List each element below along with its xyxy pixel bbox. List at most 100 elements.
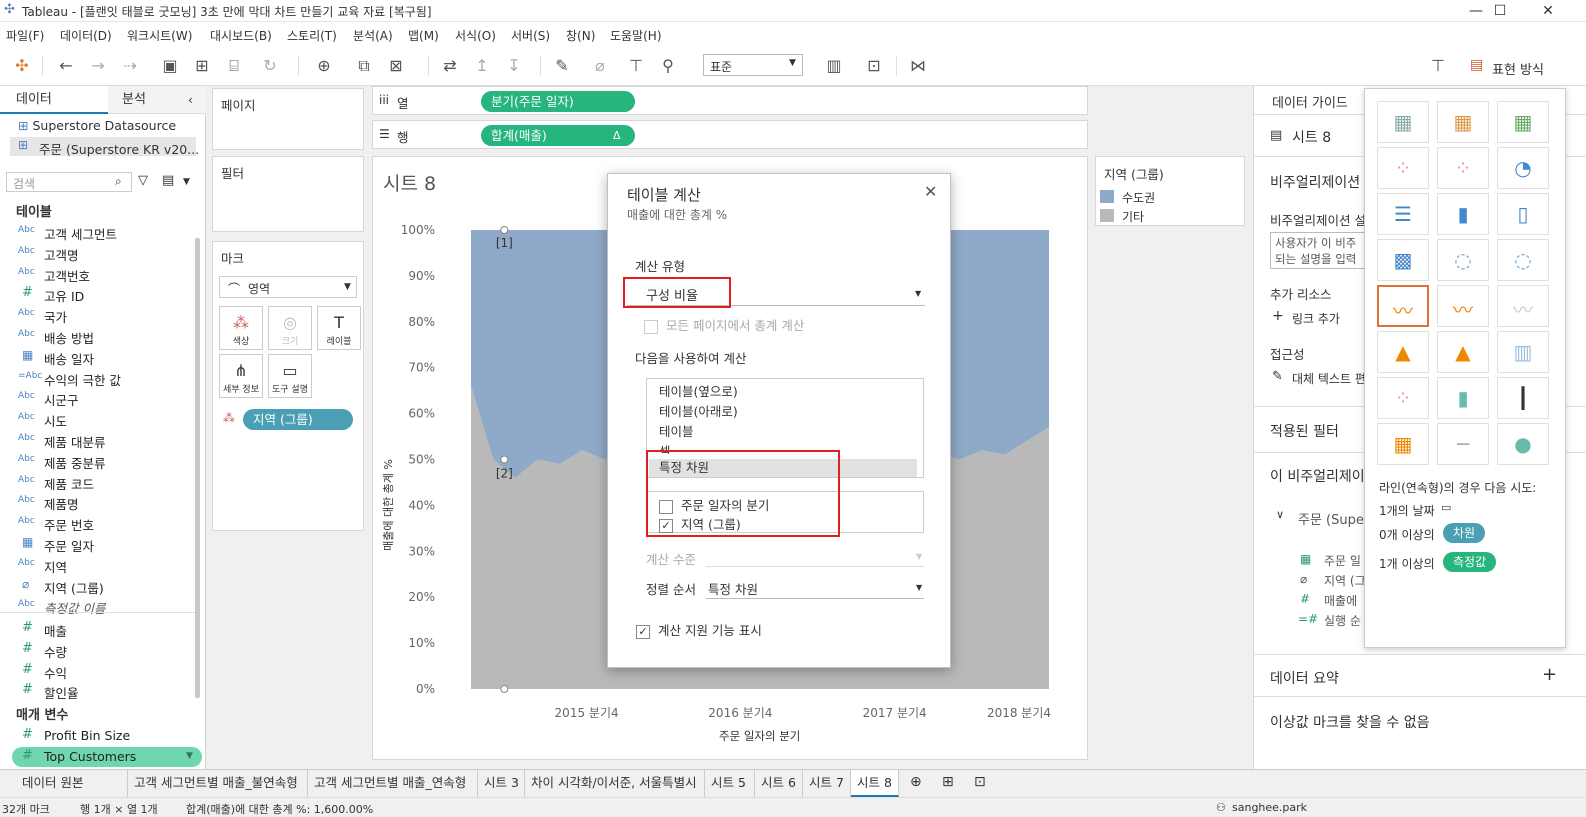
menu-format[interactable]: 서식(O)	[455, 27, 496, 44]
view-list-icon[interactable]: ▤	[162, 173, 174, 188]
scrollbar[interactable]	[195, 238, 200, 698]
close-icon[interactable]: ✕	[924, 182, 937, 201]
field-item[interactable]: # 고유 ID	[0, 284, 200, 305]
clear-sheet-icon[interactable]: ⊠	[384, 54, 408, 78]
filters-card[interactable]: 필터	[212, 156, 364, 232]
show-cards-icon[interactable]: ▥	[822, 54, 846, 78]
chart-type-thumbnail[interactable]: ▲	[1377, 331, 1429, 373]
filter-icon[interactable]: ▽	[138, 173, 148, 188]
show-me-button[interactable]: ▤ 표현 방식	[1468, 52, 1572, 82]
calc-assist-checkbox[interactable]: ✓ 계산 지원 기능 표시	[636, 620, 762, 639]
chart-type-thumbnail[interactable]: ⁘	[1377, 377, 1429, 419]
new-worksheet-icon[interactable]: ⊕	[312, 54, 336, 78]
new-dashboard-icon[interactable]: ⊞	[942, 774, 954, 790]
undo-icon[interactable]: ←	[54, 54, 78, 78]
color-button[interactable]: ⁂ 색상	[219, 306, 263, 350]
plus-icon[interactable]: +	[1542, 664, 1557, 685]
chart-type-thumbnail[interactable]: 〰	[1497, 285, 1549, 327]
chart-type-thumbnail[interactable]: ▮	[1437, 193, 1489, 235]
chart-type-thumbnail[interactable]: ▲	[1437, 331, 1489, 373]
alt-text-link[interactable]: 대체 텍스트 편	[1292, 370, 1366, 387]
new-story-icon[interactable]: ⊡	[974, 774, 986, 790]
menu-analysis[interactable]: 분석(A)	[353, 27, 393, 44]
search-field[interactable]: 검색 ⌕	[6, 172, 132, 192]
sheet-tab[interactable]: 고객 세그먼트별 매출_불연속형	[128, 770, 308, 797]
field-item[interactable]: =Abc 수익의 극한 값	[0, 368, 200, 389]
sheet-tab[interactable]: 시트 6	[755, 770, 803, 797]
menu-help[interactable]: 도움말(H)	[610, 27, 662, 44]
field-item[interactable]: Abc 배송 방법	[0, 326, 200, 347]
group-members-icon[interactable]: ⌀	[588, 54, 612, 78]
chart-type-thumbnail[interactable]: ▦	[1497, 101, 1549, 143]
legend-item[interactable]: 기타	[1100, 207, 1240, 224]
plus-icon[interactable]: +	[1272, 308, 1284, 324]
sheet-tab[interactable]: 시트 5	[705, 770, 755, 797]
tab-datasource[interactable]: 데이터 원본	[0, 770, 128, 797]
chevron-down-icon[interactable]: ▼	[183, 177, 190, 187]
chart-type-thumbnail[interactable]: ◌	[1497, 239, 1549, 281]
menu-worksheet[interactable]: 워크시트(W)	[127, 27, 192, 44]
chevron-down-icon[interactable]: ∨	[1276, 508, 1284, 521]
chart-type-thumbnail[interactable]: ●	[1497, 423, 1549, 465]
field-item[interactable]: Abc 국가	[0, 305, 200, 326]
datasource-item-selected[interactable]: ⊞ 주문 (Superstore KR v20...	[10, 137, 199, 157]
field-item[interactable]: Abc 주문 번호	[0, 513, 200, 534]
field-item[interactable]: Abc 고객번호	[0, 264, 200, 285]
menu-window[interactable]: 창(N)	[566, 27, 595, 44]
menu-data[interactable]: 데이터(D)	[60, 27, 112, 44]
chart-type-thumbnail[interactable]: ⁘	[1377, 147, 1429, 189]
sheet-tab[interactable]: 고객 세그먼트별 매출_연속형	[308, 770, 478, 797]
size-button[interactable]: ◎ 크기	[268, 306, 312, 350]
paint-format-icon[interactable]: ⊤	[1426, 54, 1450, 78]
field-item[interactable]: Abc 제품 대분류	[0, 430, 200, 451]
chart-type-thumbnail[interactable]: ◔	[1497, 147, 1549, 189]
datasource-item[interactable]: ⊞ Superstore Datasource	[18, 118, 176, 133]
chart-type-thumbnail[interactable]: ▥	[1497, 331, 1549, 373]
chart-type-thumbnail[interactable]: ▦	[1437, 101, 1489, 143]
chart-type-thumbnail[interactable]: ▦	[1377, 423, 1429, 465]
collapse-pane-icon[interactable]: ‹	[188, 86, 193, 114]
rows-shelf[interactable]: ☰ 행 합계(매출) Δ	[372, 120, 1088, 149]
status-user[interactable]: sanghee.park	[1232, 801, 1307, 814]
sort-ascending-icon[interactable]: ↥	[470, 54, 494, 78]
field-item[interactable]: ▦ 주문 일자	[0, 534, 200, 555]
columns-shelf[interactable]: iii 열 분기(주문 일자)	[372, 86, 1088, 115]
field-item[interactable]: Abc 제품 코드	[0, 472, 200, 493]
sheet-tab[interactable]: 차이 시각화/이서준, 서울특별시	[525, 770, 705, 797]
legend-item[interactable]: 수도권	[1100, 188, 1240, 205]
sheet-tab[interactable]: 시트 8	[851, 770, 899, 797]
pencil-icon[interactable]: ✎	[1272, 369, 1283, 384]
field-item[interactable]: Abc 제품명	[0, 492, 200, 513]
tab-analysis[interactable]: 분석 ‹	[108, 86, 206, 114]
field-item[interactable]: Abc 측정값 이름	[0, 596, 200, 617]
annotation-point[interactable]	[500, 685, 509, 693]
chart-type-thumbnail[interactable]: ▩	[1377, 239, 1429, 281]
sheet-tab[interactable]: 시트 3	[478, 770, 525, 797]
menu-dashboard[interactable]: 대시보드(B)	[210, 27, 272, 44]
share-icon[interactable]: ⋈	[906, 54, 930, 78]
mark-type-select[interactable]: ⌒ 영역 ▼	[219, 276, 357, 298]
field-item[interactable]: ▦ 배송 일자	[0, 347, 200, 368]
refresh-icon[interactable]: ↻	[258, 54, 282, 78]
new-worksheet-icon[interactable]: ⊕	[910, 774, 922, 790]
sort-descending-icon[interactable]: ↧	[502, 54, 526, 78]
menu-story[interactable]: 스토리(T)	[287, 27, 337, 44]
field-item[interactable]: Abc 고객 세그먼트	[0, 222, 200, 243]
annotation-point[interactable]	[500, 455, 509, 464]
pause-updates-icon[interactable]: ⌸	[222, 54, 246, 78]
add-link[interactable]: 링크 추가	[1292, 310, 1340, 327]
chart-type-thumbnail[interactable]: ▯	[1497, 193, 1549, 235]
swap-rows-columns-icon[interactable]: ⇄	[438, 54, 462, 78]
rows-pill[interactable]: 합계(매출) Δ	[481, 125, 635, 146]
tab-data[interactable]: 데이터	[0, 86, 108, 114]
compute-option[interactable]: 테이블	[659, 421, 694, 440]
chart-type-thumbnail[interactable]: ▦	[1377, 101, 1429, 143]
measure-item[interactable]: # 수익	[0, 661, 200, 682]
show-mark-labels-icon[interactable]: ⊤	[624, 54, 648, 78]
label-button[interactable]: T 레이블	[317, 306, 361, 350]
chart-type-thumbnail[interactable]: ▮	[1437, 377, 1489, 419]
tooltip-button[interactable]: ▭ 도구 설명	[268, 354, 312, 398]
tableau-home-icon[interactable]: ✣	[10, 54, 34, 78]
presentation-mode-icon[interactable]: ⊡	[862, 54, 886, 78]
color-pill[interactable]: 지역 (그룹)	[243, 409, 353, 430]
